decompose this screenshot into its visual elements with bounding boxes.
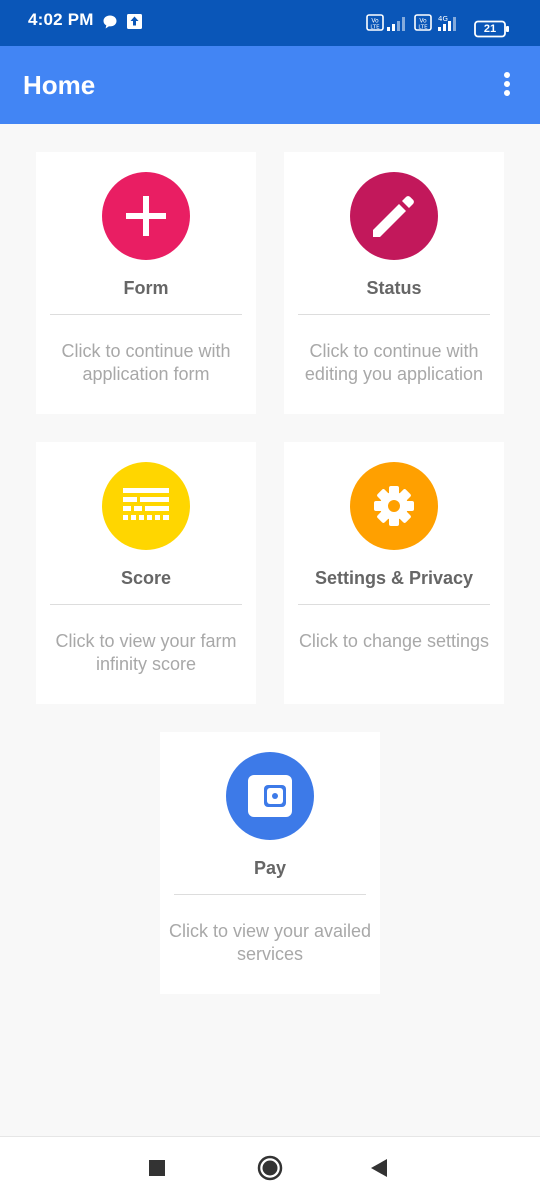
settings-privacy-card[interactable]: Settings & Privacy Click to change setti… [284, 442, 504, 704]
battery-level: 21 [483, 23, 497, 35]
pay-card[interactable]: Pay Click to view your availed services [160, 732, 380, 994]
square-icon [149, 1160, 165, 1176]
card-divider [50, 314, 242, 315]
chat-notification-icon [103, 15, 117, 29]
score-icon-circle [102, 462, 190, 550]
score-card-description: Click to view your farm infinity score [55, 631, 237, 674]
home-content: Form Click to continue with application … [0, 124, 540, 1136]
home-button[interactable] [253, 1151, 287, 1185]
settings-card-label: Settings & Privacy [314, 568, 474, 588]
svg-text:LTE: LTE [370, 25, 380, 31]
system-nav-bar [0, 1136, 540, 1200]
circle-home-icon [257, 1155, 283, 1181]
settings-icon-circle [350, 462, 438, 550]
card-divider [298, 314, 490, 315]
volte-signal-icon: Vo LTE [366, 14, 405, 31]
form-card-label: Form [123, 278, 169, 298]
svg-text:Vo: Vo [371, 18, 379, 25]
card-divider [50, 604, 242, 605]
recents-button[interactable] [140, 1151, 174, 1185]
pay-card-label: Pay [253, 858, 287, 878]
pencil-icon [373, 196, 414, 237]
status-bar: 4:02 PM Vo LTE Vo LTE 4G 21 [0, 0, 540, 46]
gear-icon [374, 486, 414, 526]
status-card-label: Status [366, 278, 422, 298]
plus-icon [126, 196, 166, 236]
card-divider [298, 604, 490, 605]
card-divider [174, 894, 366, 895]
volte-4g-signal-icon: Vo LTE 4G [414, 14, 456, 31]
status-icon-circle [350, 172, 438, 260]
back-triangle-icon [371, 1159, 387, 1177]
form-card[interactable]: Form Click to continue with application … [36, 152, 256, 414]
status-time: 4:02 PM [28, 10, 94, 29]
page-title: Home [23, 70, 96, 100]
wallet-icon [248, 775, 292, 817]
status-card[interactable]: Status Click to continue with editing yo… [284, 152, 504, 414]
overflow-menu-button[interactable] [494, 70, 520, 100]
form-icon-circle [102, 172, 190, 260]
upload-notification-icon [127, 14, 142, 29]
svg-text:Vo: Vo [419, 18, 427, 25]
back-button[interactable] [362, 1151, 396, 1185]
status-card-description: Click to continue with editing you appli… [304, 341, 484, 384]
settings-card-description: Click to change settings [298, 631, 490, 651]
score-card-label: Score [120, 568, 172, 588]
pay-card-description: Click to view your availed services [168, 921, 372, 964]
app-bar: Home [0, 46, 540, 124]
more-vertical-icon [504, 72, 510, 96]
svg-text:LTE: LTE [418, 25, 428, 31]
pay-icon-circle [226, 752, 314, 840]
form-card-description: Click to continue with application form [61, 341, 231, 384]
svg-text:4G: 4G [438, 15, 448, 23]
score-card[interactable]: Score Click to view your farm infinity s… [36, 442, 256, 704]
scorecard-icon [123, 488, 169, 520]
